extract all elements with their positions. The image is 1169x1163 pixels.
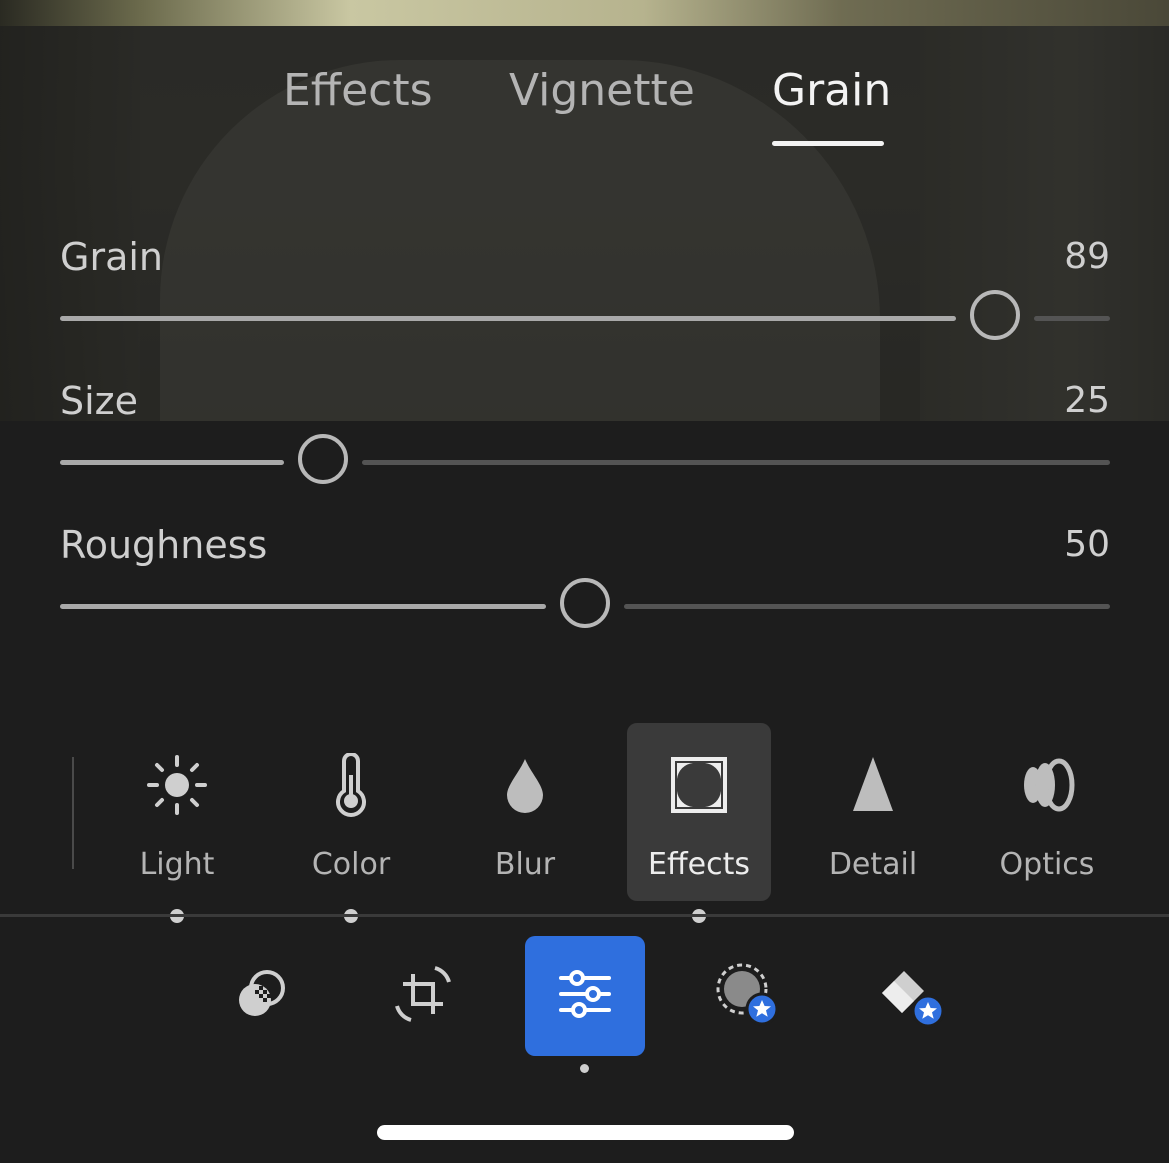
crop-rotate-icon bbox=[391, 962, 455, 1030]
tab-grain[interactable]: Grain bbox=[772, 62, 891, 120]
slider-track-rest bbox=[1033, 316, 1110, 321]
thermometer-icon bbox=[319, 753, 383, 817]
vignette-frame-icon bbox=[667, 753, 731, 817]
adjust-button[interactable] bbox=[525, 936, 645, 1056]
tool-effects[interactable]: Effects bbox=[627, 723, 771, 923]
active-nav-indicator bbox=[580, 1064, 589, 1073]
masking-button[interactable] bbox=[687, 936, 807, 1056]
home-indicator[interactable] bbox=[377, 1125, 794, 1140]
adjust-sliders-icon bbox=[553, 962, 617, 1030]
slider-track-rest bbox=[624, 604, 1110, 609]
slider-fill bbox=[60, 604, 546, 609]
slider-label: Roughness bbox=[60, 523, 268, 567]
slider-thumb[interactable] bbox=[560, 578, 610, 628]
sun-icon bbox=[145, 753, 209, 817]
tab-effects[interactable]: Effects bbox=[283, 62, 433, 120]
tool-label: Optics bbox=[999, 847, 1095, 882]
presets-icon bbox=[229, 962, 293, 1030]
grain-slider-row: Grain 89 bbox=[60, 233, 1110, 343]
slider-thumb[interactable] bbox=[297, 434, 348, 484]
tool-color[interactable]: Color bbox=[279, 723, 423, 923]
tool-label: Blur bbox=[494, 847, 556, 882]
tab-vignette[interactable]: Vignette bbox=[509, 62, 695, 120]
effects-subtabs: Effects Vignette Grain bbox=[0, 62, 1169, 152]
slider-value: 89 bbox=[1064, 236, 1110, 277]
tool-label: Detail bbox=[828, 847, 918, 882]
presets-button[interactable] bbox=[201, 936, 321, 1056]
active-tab-underline bbox=[772, 141, 884, 146]
healing-button[interactable] bbox=[849, 936, 969, 1056]
healing-eraser-premium-icon bbox=[874, 959, 945, 1033]
slider-fill bbox=[60, 460, 284, 465]
tool-label: Color bbox=[311, 847, 391, 882]
size-slider-row: Size 25 bbox=[60, 377, 1110, 487]
tool-strip-divider bbox=[72, 757, 74, 869]
slider-fill bbox=[60, 316, 956, 321]
tool-optics[interactable]: Optics bbox=[975, 723, 1119, 901]
grain-slider[interactable] bbox=[60, 290, 1110, 340]
slider-value: 50 bbox=[1064, 524, 1110, 565]
size-slider[interactable] bbox=[60, 434, 1110, 484]
masking-premium-icon bbox=[712, 959, 782, 1033]
tool-detail[interactable]: Detail bbox=[801, 723, 945, 901]
tool-light[interactable]: Light bbox=[105, 723, 249, 923]
slider-track-rest bbox=[361, 460, 1110, 465]
roughness-slider[interactable] bbox=[60, 578, 1110, 628]
slider-label: Size bbox=[60, 379, 139, 423]
slider-value: 25 bbox=[1064, 380, 1110, 421]
droplet-icon bbox=[493, 753, 557, 817]
roughness-slider-row: Roughness 50 bbox=[60, 521, 1110, 631]
tool-label: Effects bbox=[648, 847, 750, 882]
panel-divider bbox=[0, 914, 1169, 917]
tool-label: Light bbox=[139, 847, 215, 882]
slider-label: Grain bbox=[60, 235, 163, 279]
slider-thumb[interactable] bbox=[969, 290, 1020, 340]
triangle-icon bbox=[841, 753, 905, 817]
crop-rotate-button[interactable] bbox=[363, 936, 483, 1056]
tool-blur[interactable]: Blur bbox=[453, 723, 597, 901]
lens-icon bbox=[1015, 753, 1079, 817]
